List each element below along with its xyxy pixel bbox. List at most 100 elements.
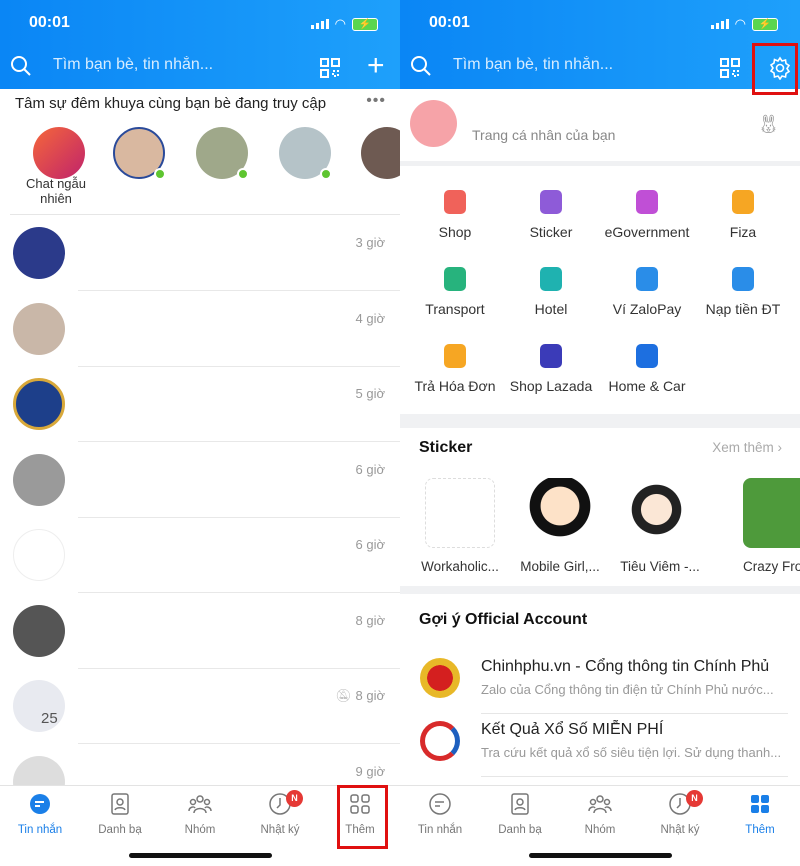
battery-icon: ⚡ [752, 17, 778, 31]
online-indicator [237, 168, 249, 180]
service-label: Sticker [529, 224, 573, 240]
profile-row[interactable]: Trang cá nhân của bạn 🐰︎ [400, 89, 800, 161]
search-icon[interactable] [411, 56, 431, 76]
chat-time: 🔕︎ 8 giờ [335, 688, 385, 703]
header: 00:01 ◠ ⚡ [400, 0, 800, 89]
service-fiza[interactable]: Fiza [693, 190, 793, 240]
battery-icon: ⚡ [352, 17, 378, 31]
services-grid: Shop Sticker eGovernment Fiza Transport Hotel… [400, 166, 800, 414]
chat-row[interactable]: 4 giờ [0, 291, 400, 367]
service-label: Shop [438, 224, 472, 240]
signal-icon [310, 19, 329, 29]
chat-time: 6 giờ [355, 462, 386, 477]
status-icons: ◠ ⚡ [710, 16, 778, 32]
story-avatar[interactable] [361, 127, 400, 179]
avatar [13, 529, 65, 581]
service-label: Shop Lazada [509, 378, 593, 394]
qr-code-icon[interactable] [720, 58, 740, 78]
nav-contacts[interactable]: Danh bạ [80, 792, 160, 836]
chat-row[interactable]: 6 giờ [0, 442, 400, 518]
chat-bubble-icon [30, 794, 50, 814]
wifi-icon: ◠ [734, 16, 746, 31]
nav-more[interactable]: Thêm [720, 792, 800, 836]
service-egovernment[interactable]: eGovernment [597, 190, 697, 240]
search-bar [400, 48, 800, 88]
service-v-zalopay[interactable]: Ví ZaloPay [597, 267, 697, 317]
chat-row[interactable]: 25 🔕︎ 8 giờ [0, 668, 400, 744]
group-member-count: 25 [41, 710, 58, 727]
sticker-pack[interactable]: Workaholic... [410, 478, 510, 574]
chat-time: 5 giờ [355, 386, 386, 401]
header: 00:01 ◠ ⚡ + [0, 0, 400, 89]
oa-logo [420, 658, 460, 698]
chat-row[interactable]: 6 giờ [0, 517, 400, 593]
chat-row[interactable]: 3 giờ [0, 215, 400, 291]
group-avatar: 25 [13, 680, 65, 732]
service-icon [636, 267, 658, 291]
sticker-section: Sticker Xem thêm › Workaholic... Mobile … [400, 428, 800, 586]
sticker-pack[interactable]: Mobile Girl,... [510, 478, 610, 574]
bunny-icon: 🐰︎ [757, 114, 780, 134]
service-icon [444, 344, 466, 368]
service-icon [540, 267, 562, 291]
service-icon [732, 267, 754, 291]
service-shop-lazada[interactable]: Shop Lazada [501, 344, 601, 394]
sticker-image [743, 478, 800, 548]
service-transport[interactable]: Transport [405, 267, 505, 317]
nav-messages[interactable]: Tin nhắn [400, 792, 480, 836]
notification-badge: N [286, 790, 303, 807]
qr-code-icon[interactable] [320, 58, 340, 78]
service-shop[interactable]: Shop [405, 190, 505, 240]
group-icon [588, 795, 612, 814]
home-indicator [529, 853, 672, 858]
messages-screen: 00:01 ◠ ⚡ + Tâm sự đêm khuya cùng bạn bè… [0, 0, 400, 866]
search-bar: + [0, 48, 400, 88]
group-avatar [13, 303, 65, 355]
search-input[interactable] [453, 56, 693, 74]
wifi-icon: ◠ [334, 16, 346, 31]
chat-row[interactable]: 5 giờ [0, 366, 400, 442]
chat-time: 9 giờ [355, 764, 386, 779]
service-icon [636, 344, 658, 368]
avatar [13, 378, 65, 430]
oa-item[interactable]: Kết Quả Xổ Số MIỄN PHÍ Tra cứu kết quả xổ… [400, 715, 800, 777]
nav-diary[interactable]: N Nhật ký [640, 790, 720, 836]
nav-diary[interactable]: N Nhật ký [240, 790, 320, 836]
nav-messages[interactable]: Tin nhắn [0, 792, 80, 836]
service-sticker[interactable]: Sticker [501, 190, 601, 240]
official-account-section: Gợi ý Official Account Chinhphu.vn - Cổn… [400, 594, 800, 786]
random-chat-label: Chat ngẫu nhiên [26, 176, 86, 206]
highlight-settings [752, 43, 798, 95]
service-label: Hotel [534, 301, 568, 317]
service-label: Home & Car [608, 378, 686, 394]
nav-groups[interactable]: Nhóm [560, 792, 640, 836]
chat-bubble-icon [429, 793, 451, 815]
sticker-pack[interactable]: Crazy Fro [720, 478, 800, 574]
sticker-image [625, 478, 695, 548]
nav-contacts[interactable]: Danh bạ [480, 792, 560, 836]
home-indicator [129, 853, 272, 858]
chat-time: 6 giờ [355, 537, 386, 552]
service-home-car[interactable]: Home & Car [597, 344, 697, 394]
service-tr-h-a-n[interactable]: Trả Hóa Đơn [405, 344, 505, 394]
service-icon [444, 267, 466, 291]
highlight-more-tab [337, 785, 388, 849]
search-icon[interactable] [11, 56, 31, 76]
sticker-pack[interactable]: Tiêu Viêm -... [610, 478, 710, 574]
mute-icon: 🔕︎ [335, 688, 356, 703]
status-time: 00:01 [29, 14, 70, 31]
search-input[interactable] [53, 56, 293, 74]
more-options-icon[interactable]: ••• [366, 92, 386, 110]
grid-icon [751, 795, 769, 813]
service-hotel[interactable]: Hotel [501, 267, 601, 317]
chat-row[interactable]: 8 giờ [0, 593, 400, 669]
random-chat-icon[interactable] [33, 127, 85, 179]
status-time: 00:01 [429, 14, 470, 31]
see-more-link[interactable]: Xem thêm › [712, 440, 782, 455]
service-icon [540, 344, 562, 368]
oa-item[interactable]: Chinhphu.vn - Cổng thông tin Chính Phủ Za… [400, 652, 800, 714]
nav-groups[interactable]: Nhóm [160, 792, 240, 836]
online-indicator [154, 168, 166, 180]
add-icon[interactable]: + [367, 51, 385, 81]
service-n-p-ti-n-t[interactable]: Nạp tiền ĐT [693, 267, 793, 317]
